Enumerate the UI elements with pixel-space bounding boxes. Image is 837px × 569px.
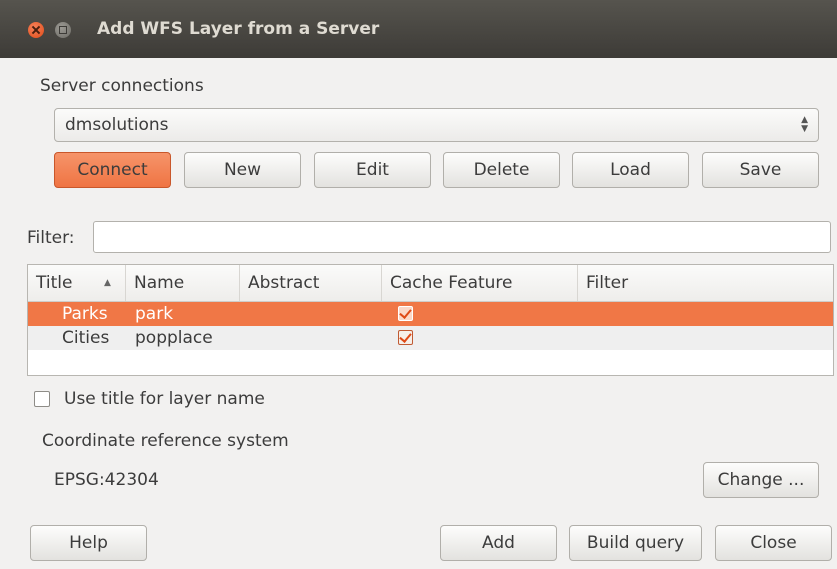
cache-feature-checkbox[interactable]	[398, 306, 413, 321]
server-connections-label: Server connections	[40, 76, 204, 96]
close-window-icon[interactable]	[28, 22, 44, 38]
delete-button[interactable]: Delete	[443, 152, 560, 188]
row-name: popplace	[135, 328, 213, 348]
add-button[interactable]: Add	[440, 525, 557, 561]
spin-arrows-icon: ▲ ▼	[801, 115, 808, 134]
use-title-checkbox[interactable]	[34, 391, 50, 407]
row-name: park	[135, 304, 174, 324]
build-query-button[interactable]: Build query	[569, 525, 702, 561]
window-title: Add WFS Layer from a Server	[97, 19, 380, 39]
filter-input[interactable]	[93, 221, 831, 253]
close-button[interactable]: Close	[715, 525, 832, 561]
server-connections-value: dmsolutions	[65, 115, 169, 135]
table-row[interactable]: Parks park	[28, 302, 833, 326]
row-title: Parks	[62, 304, 108, 324]
use-title-label[interactable]: Use title for layer name	[64, 389, 265, 409]
server-connections-combo[interactable]: dmsolutions ▲ ▼	[54, 108, 819, 142]
table-header: Title ▲ Name Abstract Cache Feature Filt…	[28, 265, 833, 302]
layers-table[interactable]: Title ▲ Name Abstract Cache Feature Filt…	[27, 264, 834, 376]
row-title: Cities	[62, 328, 110, 348]
save-button[interactable]: Save	[702, 152, 819, 188]
help-button[interactable]: Help	[30, 525, 147, 561]
crs-label: Coordinate reference system	[42, 431, 289, 451]
column-header-filter[interactable]: Filter	[578, 265, 833, 301]
table-row[interactable]: Cities popplace	[28, 326, 833, 350]
column-header-title[interactable]: Title ▲	[28, 265, 126, 301]
load-button[interactable]: Load	[572, 152, 689, 188]
edit-button[interactable]: Edit	[314, 152, 431, 188]
filter-label: Filter:	[27, 228, 75, 248]
sort-ascending-icon: ▲	[104, 278, 111, 288]
cache-feature-checkbox[interactable]	[398, 330, 413, 345]
column-header-name[interactable]: Name	[126, 265, 240, 301]
crs-value: EPSG:42304	[54, 470, 159, 490]
window-titlebar: Add WFS Layer from a Server	[0, 0, 837, 58]
column-header-abstract[interactable]: Abstract	[240, 265, 382, 301]
change-crs-button[interactable]: Change ...	[703, 462, 819, 498]
connect-button[interactable]: Connect	[54, 152, 171, 188]
column-header-cache-feature[interactable]: Cache Feature	[382, 265, 578, 301]
minimize-window-icon[interactable]	[55, 22, 71, 38]
new-button[interactable]: New	[184, 152, 301, 188]
